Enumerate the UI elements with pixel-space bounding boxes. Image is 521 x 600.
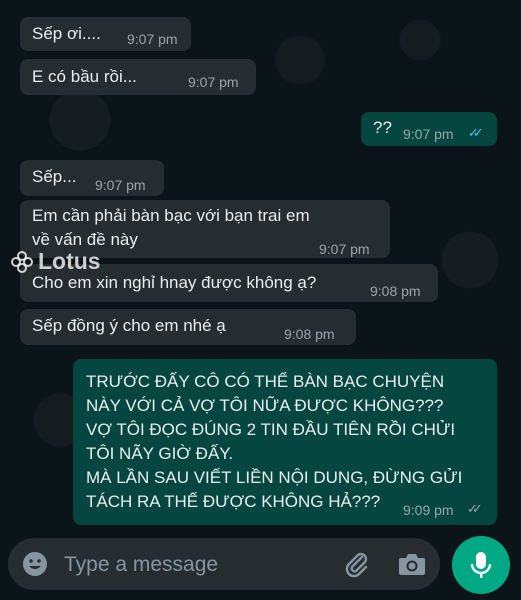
message-time: 9:07 pm	[95, 177, 146, 193]
double-check-icon: ✓✓	[468, 125, 484, 140]
message-text: Sếp đồng ý cho em nhé ạ	[32, 316, 226, 335]
message-text-line: MÀ LẦN SAU VIẾT LIỀN NỘI DUNG, ĐỪNG GỬI	[86, 468, 463, 487]
message-incoming[interactable]: E có bầu rồi... 9:07 pm	[20, 59, 256, 95]
emoji-icon[interactable]	[22, 551, 48, 577]
message-time: 9:07 pm	[403, 126, 454, 142]
message-time: 9:08 pm	[284, 326, 335, 342]
message-incoming[interactable]: Sếp đồng ý cho em nhé ạ 9:08 pm	[20, 309, 356, 345]
message-incoming[interactable]: Sếp... 9:07 pm	[20, 160, 164, 196]
microphone-icon	[470, 552, 492, 578]
message-time: 9:07 pm	[188, 74, 239, 90]
message-time: 9:07 pm	[127, 31, 178, 47]
message-text-line: TÔI NÃY GIỜ ĐẤY.	[86, 444, 234, 463]
message-text: E có bầu rồi...	[32, 67, 137, 86]
microphone-button[interactable]	[452, 536, 510, 594]
message-text: Sếp...	[32, 167, 77, 186]
watermark-text: Lotus	[38, 248, 101, 274]
lotus-logo-icon	[11, 250, 33, 273]
paperclip-icon[interactable]	[342, 550, 370, 578]
message-text-line: TRƯỚC ĐẤY CÔ CÓ THỂ BÀN BẠC CHUYỆN	[86, 372, 445, 391]
message-text: ??	[373, 118, 392, 137]
message-time: 9:08 pm	[370, 283, 421, 299]
message-time: 9:07 pm	[319, 241, 370, 257]
message-input[interactable]	[64, 551, 304, 579]
message-input-bar	[8, 538, 440, 590]
message-time: 9:09 pm	[403, 502, 454, 518]
lotus-watermark: Lotus	[10, 248, 101, 275]
double-check-icon: ✓✓	[467, 501, 483, 516]
message-text-line: TÁCH RA THẾ ĐƯỢC KHÔNG HẢ???	[86, 492, 381, 511]
message-text-line: VỢ TÔI ĐỌC ĐÚNG 2 TIN ĐẦU TIÊN RỒI CHỬI	[86, 420, 456, 439]
camera-icon[interactable]	[398, 551, 426, 577]
message-text-line: Em cần phải bàn bạc với bạn trai em	[32, 206, 310, 225]
message-text-line: NÀY VỚI CẢ VỢ TÔI NỮA ĐƯỢC KHÔNG???	[86, 396, 444, 415]
message-outgoing[interactable]: TRƯỚC ĐẤY CÔ CÓ THỂ BÀN BẠC CHUYỆN NÀY V…	[73, 359, 497, 525]
message-text: Sếp ơi....	[32, 24, 101, 43]
message-incoming[interactable]: Sếp ơi.... 9:07 pm	[20, 17, 191, 51]
message-outgoing[interactable]: ?? 9:07 pm ✓✓	[361, 112, 497, 146]
